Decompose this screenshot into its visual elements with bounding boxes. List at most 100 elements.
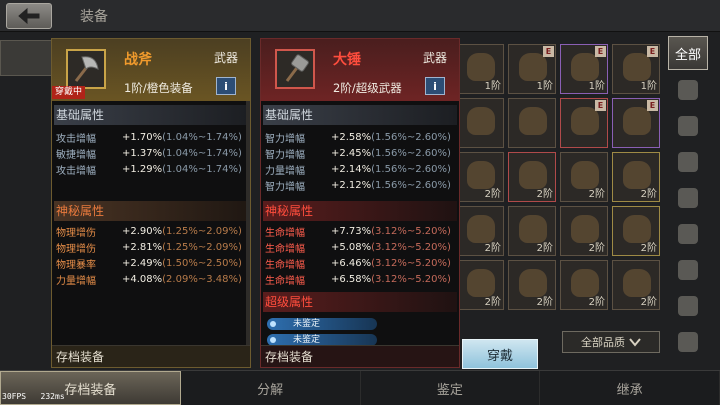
stat-value: +5.08% bbox=[331, 241, 372, 253]
equipment-slot[interactable]: 1阶 bbox=[456, 44, 504, 94]
mystic-stat-row: 生命增幅 +6.46%(3.12%~5.20%) bbox=[265, 255, 455, 271]
equipment-slot[interactable] bbox=[508, 98, 556, 148]
stat-name: 生命增幅 bbox=[265, 275, 305, 287]
mystic-stat-row: 物理增伤 +2.81%(1.25%~2.09%) bbox=[56, 239, 246, 255]
stat-range: (1.04%~1.74%) bbox=[162, 163, 242, 175]
equipment-slot[interactable]: 2阶 bbox=[560, 206, 608, 256]
filter-belt-button[interactable] bbox=[668, 218, 708, 250]
equipment-slot[interactable]: E bbox=[560, 98, 608, 148]
equipped-e-badge: E bbox=[595, 46, 606, 57]
slot-tier-label: 2阶 bbox=[588, 297, 605, 308]
chevron-down-icon bbox=[629, 338, 641, 347]
filter-amulet-button[interactable] bbox=[668, 326, 708, 358]
filter-glove-button[interactable] bbox=[668, 182, 708, 214]
stat-value: +2.49% bbox=[122, 257, 163, 269]
stat-value-group: +4.08%(2.09%~3.48%) bbox=[122, 274, 242, 285]
equipment-slot[interactable]: 2阶 bbox=[508, 152, 556, 202]
equipment-icon bbox=[519, 107, 547, 135]
equipped-item-card: 穿戴中 战斧 武器 1阶/橙色装备 i 基础属性 攻击增幅 +1.70%(1.04… bbox=[51, 38, 251, 368]
equipment-slot[interactable]: 2阶 bbox=[560, 260, 608, 310]
stat-value-group: +7.73%(3.12%~5.20%) bbox=[331, 226, 451, 237]
stat-name: 攻击增幅 bbox=[56, 133, 96, 145]
equipment-icon bbox=[467, 107, 495, 135]
stat-value: +1.29% bbox=[122, 163, 163, 175]
equipment-slot[interactable]: 2阶 bbox=[560, 152, 608, 202]
filter-helmet-button[interactable] bbox=[668, 110, 708, 142]
mystic-attributes-header: 神秘属性 bbox=[54, 201, 248, 221]
slot-tier-label: 1阶 bbox=[484, 81, 501, 92]
stat-name: 物理暴率 bbox=[56, 259, 96, 271]
equipment-slot[interactable]: E 1阶 bbox=[612, 44, 660, 94]
glove-icon bbox=[678, 188, 698, 208]
quality-dropdown[interactable]: 全部品质 bbox=[562, 331, 660, 353]
equipment-slot[interactable]: 2阶 bbox=[456, 206, 504, 256]
equipment-slot[interactable]: E 1阶 bbox=[560, 44, 608, 94]
tab-2[interactable]: 鉴定 bbox=[361, 371, 541, 405]
mystic-attributes-header: 神秘属性 bbox=[263, 201, 457, 221]
equipped-e-badge: E bbox=[595, 100, 606, 111]
info-button[interactable]: i bbox=[216, 77, 236, 95]
quality-dropdown-label: 全部品质 bbox=[581, 336, 625, 349]
boots-icon bbox=[678, 260, 698, 280]
equipment-icon bbox=[623, 107, 651, 135]
slot-tier-label: 2阶 bbox=[640, 243, 657, 254]
stat-value: +2.90% bbox=[122, 225, 163, 237]
wear-button[interactable]: 穿戴 bbox=[462, 339, 538, 369]
equipped-e-badge: E bbox=[543, 46, 554, 57]
filter-boots-button[interactable] bbox=[668, 254, 708, 286]
slot-tier-label: 2阶 bbox=[640, 297, 657, 308]
save-equipment-label: 存档装备 bbox=[52, 345, 250, 367]
stat-range: (3.12%~5.20%) bbox=[371, 257, 451, 269]
slot-tier-label: 1阶 bbox=[640, 81, 657, 92]
stat-value-group: +6.46%(3.12%~5.20%) bbox=[331, 258, 451, 269]
stat-name: 攻击增幅 bbox=[56, 165, 96, 177]
card-scrollbar[interactable] bbox=[246, 101, 250, 347]
tab-3[interactable]: 继承 bbox=[540, 371, 720, 405]
filter-all-button[interactable]: 全部 bbox=[668, 36, 708, 70]
stat-name: 智力增幅 bbox=[265, 181, 305, 193]
item-name: 战斧 bbox=[124, 52, 152, 68]
crossed-swords-icon bbox=[678, 80, 698, 100]
stat-value: +1.70% bbox=[122, 131, 163, 143]
equipment-slot[interactable] bbox=[456, 98, 504, 148]
item-thumbnail bbox=[275, 49, 315, 89]
info-button[interactable]: i bbox=[425, 77, 445, 95]
stat-range: (1.56%~2.60%) bbox=[371, 179, 451, 191]
slot-tier-label: 2阶 bbox=[536, 297, 553, 308]
back-arrow-icon bbox=[18, 7, 40, 25]
stat-range: (1.04%~1.74%) bbox=[162, 131, 242, 143]
equipment-slot[interactable]: 2阶 bbox=[508, 206, 556, 256]
slot-tier-label: 1阶 bbox=[536, 81, 553, 92]
page-title: 装备 bbox=[80, 9, 108, 25]
stat-range: (3.12%~5.20%) bbox=[371, 241, 451, 253]
mystic-stat-row: 生命增幅 +5.08%(3.12%~5.20%) bbox=[265, 239, 455, 255]
equipment-slot[interactable]: E 1阶 bbox=[508, 44, 556, 94]
armor-icon bbox=[678, 152, 698, 172]
bottom-tab-bar: 存档装备 分解 鉴定 继承 bbox=[0, 370, 720, 405]
item-card-header: 大锤 武器 2阶/超级武器 i bbox=[261, 39, 459, 101]
item-card-header: 穿戴中 战斧 武器 1阶/橙色装备 i bbox=[52, 39, 250, 101]
filter-weapon-button[interactable] bbox=[668, 74, 708, 106]
equipment-slot[interactable]: 2阶 bbox=[612, 206, 660, 256]
equipment-slot[interactable]: E bbox=[612, 98, 660, 148]
back-button[interactable] bbox=[6, 3, 52, 29]
equipment-slot[interactable]: 2阶 bbox=[456, 260, 504, 310]
filter-armor-button[interactable] bbox=[668, 146, 708, 178]
stat-range: (1.56%~2.60%) bbox=[371, 163, 451, 175]
stat-name: 智力增幅 bbox=[265, 133, 305, 145]
filter-ring-button[interactable] bbox=[668, 290, 708, 322]
stat-value: +6.58% bbox=[331, 273, 372, 285]
item-name: 大锤 bbox=[333, 52, 361, 68]
slot-tier-label: 2阶 bbox=[588, 243, 605, 254]
stat-value-group: +2.90%(1.25%~2.09%) bbox=[122, 226, 242, 237]
equipped-e-badge: E bbox=[647, 100, 658, 111]
base-stat-row: 智力增幅 +2.12%(1.56%~2.60%) bbox=[265, 177, 455, 193]
equipment-slot[interactable]: 2阶 bbox=[612, 152, 660, 202]
item-type: 武器 bbox=[213, 51, 238, 65]
equipment-slot[interactable]: 2阶 bbox=[456, 152, 504, 202]
stat-range: (1.50%~2.50%) bbox=[162, 257, 242, 269]
tab-1[interactable]: 分解 bbox=[181, 371, 361, 405]
equipment-slot[interactable]: 2阶 bbox=[508, 260, 556, 310]
stat-name: 力量增幅 bbox=[56, 275, 96, 287]
equipment-slot[interactable]: 2阶 bbox=[612, 260, 660, 310]
